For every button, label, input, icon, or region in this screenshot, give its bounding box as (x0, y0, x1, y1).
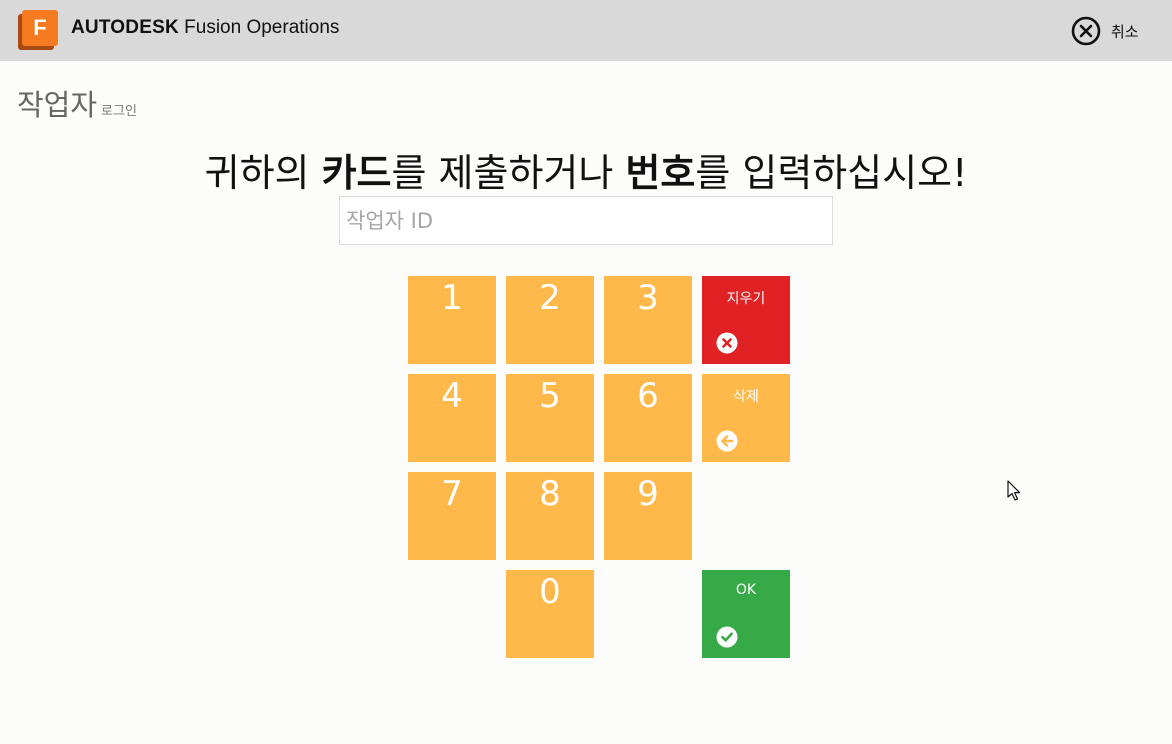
key-label: 5 (539, 376, 561, 416)
key-label: 8 (539, 474, 561, 514)
key-3[interactable]: 3 (604, 276, 692, 364)
delete-label: 삭제 (733, 389, 759, 405)
key-1[interactable]: 1 (408, 276, 496, 364)
backspace-arrow-icon (716, 430, 738, 452)
key-label: 7 (441, 474, 463, 514)
clear-button[interactable]: 지우기 (702, 276, 790, 364)
instruction-text: 귀하의 카드를 제출하거나 번호를 입력하십시오! (0, 142, 1172, 197)
key-5[interactable]: 5 (506, 374, 594, 462)
mouse-pointer-icon (1007, 480, 1021, 501)
brand-product: Fusion Operations (178, 17, 340, 38)
key-6[interactable]: 6 (604, 374, 692, 462)
fusion-logo-icon: F (18, 10, 58, 50)
instruction-card: 카드 (321, 151, 392, 195)
close-circle-icon (1071, 16, 1101, 46)
instruction-part2: 를 제출하거나 (391, 151, 626, 195)
key-2[interactable]: 2 (506, 276, 594, 364)
top-bar: F AUTODESK Fusion Operations 취소 (0, 0, 1172, 61)
brand-autodesk: AUTODESK (71, 17, 179, 38)
instruction-part3: 를 입력하십시오! (695, 151, 968, 195)
check-icon (716, 626, 738, 648)
key-label: 6 (637, 376, 659, 416)
delete-button[interactable]: 삭제 (702, 374, 790, 462)
instruction-number: 번호 (625, 151, 696, 195)
cancel-button[interactable]: 취소 (1071, 16, 1139, 46)
cancel-label: 취소 (1111, 22, 1139, 41)
page-title: 작업자 로그인 (17, 82, 137, 124)
ok-button[interactable]: OK (702, 570, 790, 658)
clear-label: 지우기 (726, 291, 766, 307)
app-title: AUTODESK Fusion Operations (71, 17, 339, 39)
worker-id-input[interactable] (339, 196, 833, 245)
key-label: 0 (539, 572, 561, 612)
key-label: 9 (637, 474, 659, 514)
page-title-main: 작업자 (17, 88, 98, 122)
key-label: 2 (539, 278, 561, 318)
key-0[interactable]: 0 (506, 570, 594, 658)
key-label: 3 (637, 278, 659, 318)
key-label: 4 (441, 376, 463, 416)
key-9[interactable]: 9 (604, 472, 692, 560)
page-title-sub: 로그인 (101, 104, 137, 119)
key-8[interactable]: 8 (506, 472, 594, 560)
key-7[interactable]: 7 (408, 472, 496, 560)
key-label: 1 (441, 278, 463, 318)
instruction-part1: 귀하의 (204, 151, 322, 195)
clear-x-icon (716, 332, 738, 354)
ok-label: OK (735, 582, 757, 598)
key-4[interactable]: 4 (408, 374, 496, 462)
